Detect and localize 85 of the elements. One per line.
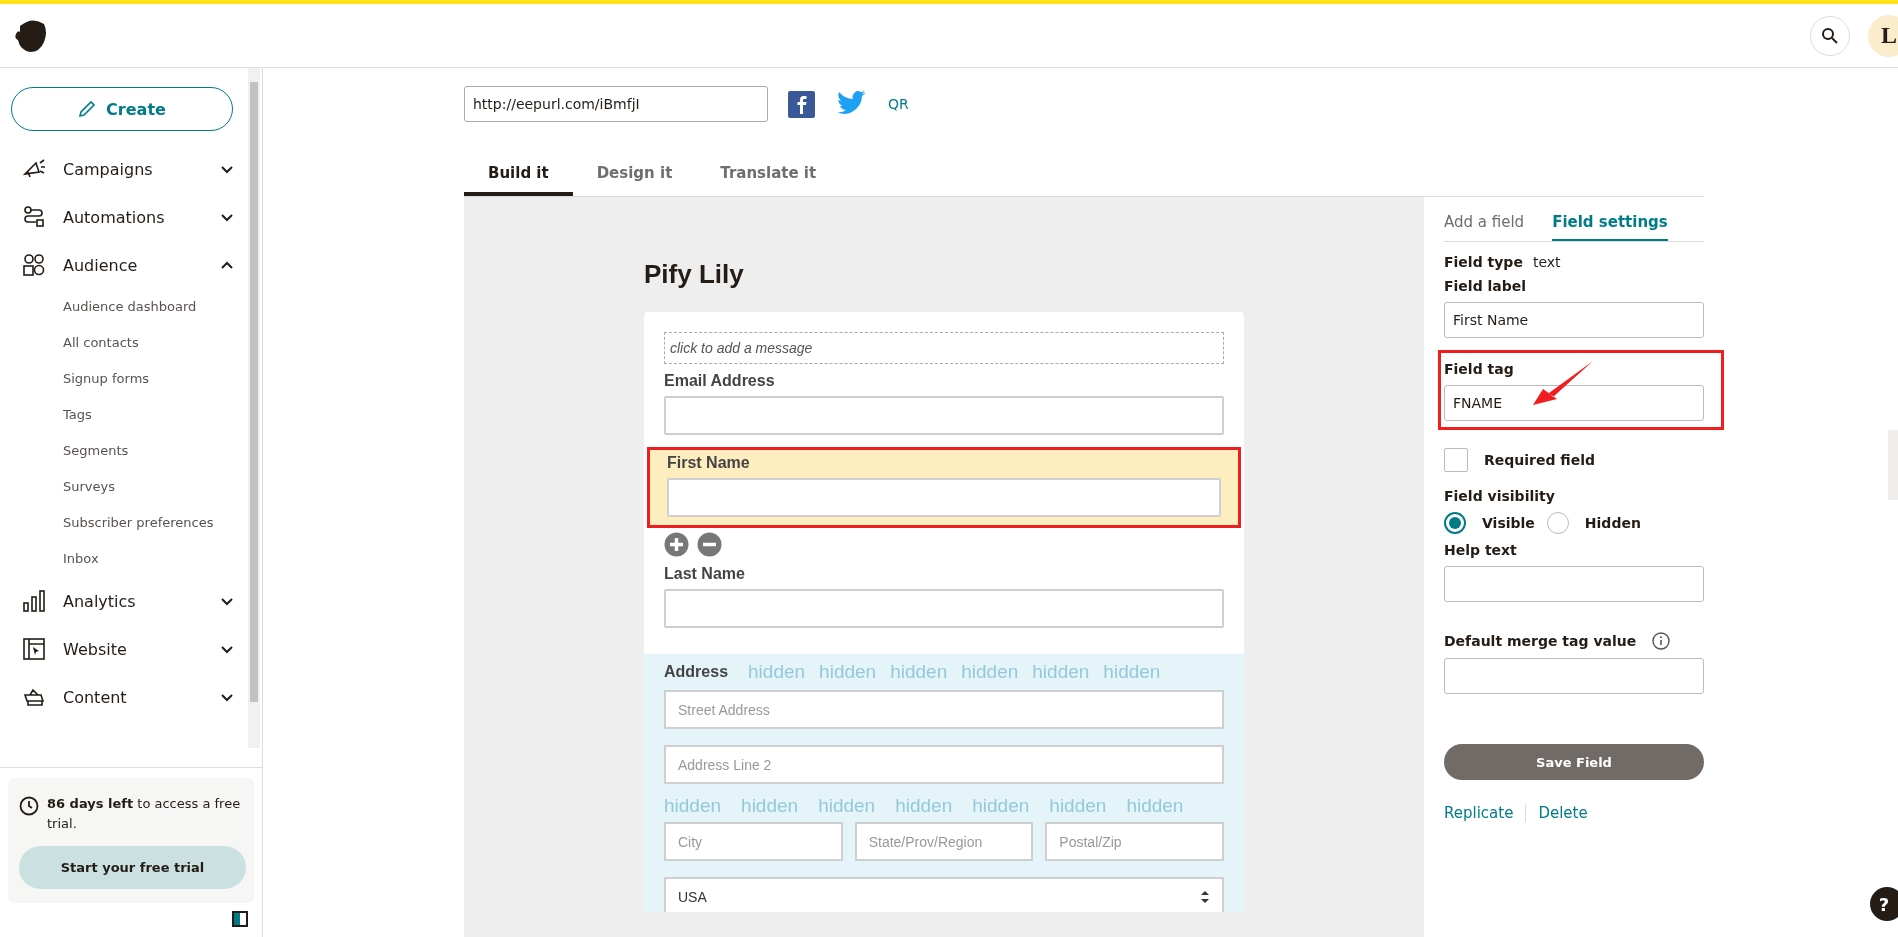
text-input[interactable] <box>664 396 1224 435</box>
create-button[interactable]: Create <box>11 87 233 131</box>
form-title: Pify Lily <box>644 259 745 290</box>
field-label: Email Address <box>664 372 776 390</box>
remove-icon[interactable] <box>697 532 722 557</box>
sub-nav-item[interactable]: Surveys <box>11 469 234 505</box>
default-value-heading: Default merge tag value <box>1444 633 1637 649</box>
sub-nav-item[interactable]: Segments <box>11 433 234 469</box>
tab[interactable]: Design it <box>572 154 697 196</box>
text-input[interactable] <box>667 478 1221 517</box>
hidden-watermark: hidden <box>748 660 806 684</box>
user-avatar[interactable]: L <box>1868 14 1898 57</box>
hidden-watermark: hidden <box>1032 660 1090 684</box>
sub-nav-item[interactable]: Tags <box>11 397 234 433</box>
panel-tab[interactable]: Field settings <box>1552 207 1668 241</box>
nav-item[interactable]: Content <box>11 673 234 721</box>
hidden-watermark: hidden <box>1103 660 1161 684</box>
hidden-watermark: hidden <box>664 794 722 818</box>
field-label: Address <box>664 663 729 681</box>
selected-form-field[interactable]: First Name <box>647 447 1241 528</box>
scrollbar[interactable] <box>248 68 260 748</box>
flow-icon <box>22 205 46 229</box>
people-icon <box>22 253 46 277</box>
address-section[interactable]: Address hidden hidden hidden hidden hidden hidden Street Address Address Line 2 hidden hidden hidden hidden hidden hidden hidden City State/Prov/Region Postal/Zip USA <box>644 654 1244 912</box>
sub-nav-item[interactable]: Signup forms <box>11 361 234 397</box>
nav-item[interactable]: Audience <box>11 241 234 289</box>
field-type-value: text <box>1532 254 1561 270</box>
hidden-watermark: hidden <box>972 794 1030 818</box>
form-field[interactable]: Email Address <box>644 364 1244 435</box>
hidden-watermark: hidden <box>961 660 1019 684</box>
nav-item[interactable]: Campaigns <box>11 145 234 193</box>
hidden-watermark: hidden <box>1126 794 1184 818</box>
field-tag-input[interactable]: FNAME <box>1444 385 1704 421</box>
pencil-icon <box>78 100 97 118</box>
start-trial-button[interactable]: Start your free trial <box>19 846 246 889</box>
add-icon[interactable] <box>664 532 689 557</box>
hidden-watermark: hidden <box>890 660 948 684</box>
url-field[interactable]: http://eepurl.com/iBmfjI <box>464 86 768 122</box>
sub-nav-item[interactable]: Audience dashboard <box>11 289 234 325</box>
search-icon <box>1821 26 1839 45</box>
sort-icon <box>1200 889 1210 904</box>
bars-icon <box>22 589 46 613</box>
nav-item[interactable]: Automations <box>11 193 234 241</box>
hidden-watermark: hidden <box>1049 794 1107 818</box>
hidden-watermark: hidden <box>741 794 799 818</box>
help-text-heading: Help text <box>1444 542 1518 558</box>
tab[interactable]: Translate it <box>696 154 841 196</box>
clock-icon <box>19 796 39 816</box>
hidden-watermark: hidden <box>819 660 877 684</box>
search-button[interactable] <box>1810 15 1850 56</box>
radio-option[interactable]: Hidden <box>1546 512 1641 534</box>
website-icon <box>22 637 46 661</box>
field-tag-heading: Field tag <box>1444 361 1515 377</box>
checkbox-label: Required field <box>1484 452 1596 468</box>
hidden-watermark: hidden <box>818 794 876 818</box>
save-field-button[interactable]: Save Field <box>1444 744 1704 780</box>
default-value-input[interactable] <box>1444 658 1704 694</box>
sub-nav-item[interactable]: Inbox <box>11 541 234 577</box>
field-label: Last Name <box>664 565 746 583</box>
action-link[interactable]: Delete <box>1525 804 1600 822</box>
sidebar-toggle-icon[interactable] <box>232 911 248 927</box>
sub-nav-item[interactable]: All contacts <box>11 325 234 361</box>
trial-message: 86 days left to access a free trial. <box>47 795 242 833</box>
form-field[interactable]: Last Name <box>644 557 1244 628</box>
info-icon[interactable] <box>1652 632 1671 650</box>
hidden-watermark: hidden <box>895 794 953 818</box>
message-placeholder[interactable]: click to add a message <box>664 332 1224 364</box>
nav-item[interactable]: Website <box>11 625 234 673</box>
qr-link[interactable]: QR <box>888 96 909 112</box>
facebook-icon[interactable] <box>788 90 815 118</box>
field-type-label: Field type <box>1444 254 1523 270</box>
panel-tab[interactable]: Add a field <box>1444 207 1525 241</box>
field-label-heading: Field label <box>1444 278 1528 294</box>
radio-option[interactable]: Visible <box>1444 512 1535 534</box>
visibility-heading: Field visibility <box>1444 488 1556 504</box>
action-link[interactable]: Replicate <box>1444 804 1526 822</box>
nav-item[interactable]: Analytics <box>11 577 234 625</box>
country-select[interactable]: USA <box>664 877 1224 912</box>
sub-nav-item[interactable]: Subscriber preferences <box>11 505 234 541</box>
field-label-input[interactable]: First Name <box>1444 302 1704 338</box>
checkbox[interactable] <box>1444 448 1468 472</box>
text-input[interactable] <box>664 589 1224 628</box>
field-label: First Name <box>667 454 751 472</box>
help-button[interactable]: ? <box>1870 887 1898 921</box>
help-text-input[interactable] <box>1444 566 1704 602</box>
